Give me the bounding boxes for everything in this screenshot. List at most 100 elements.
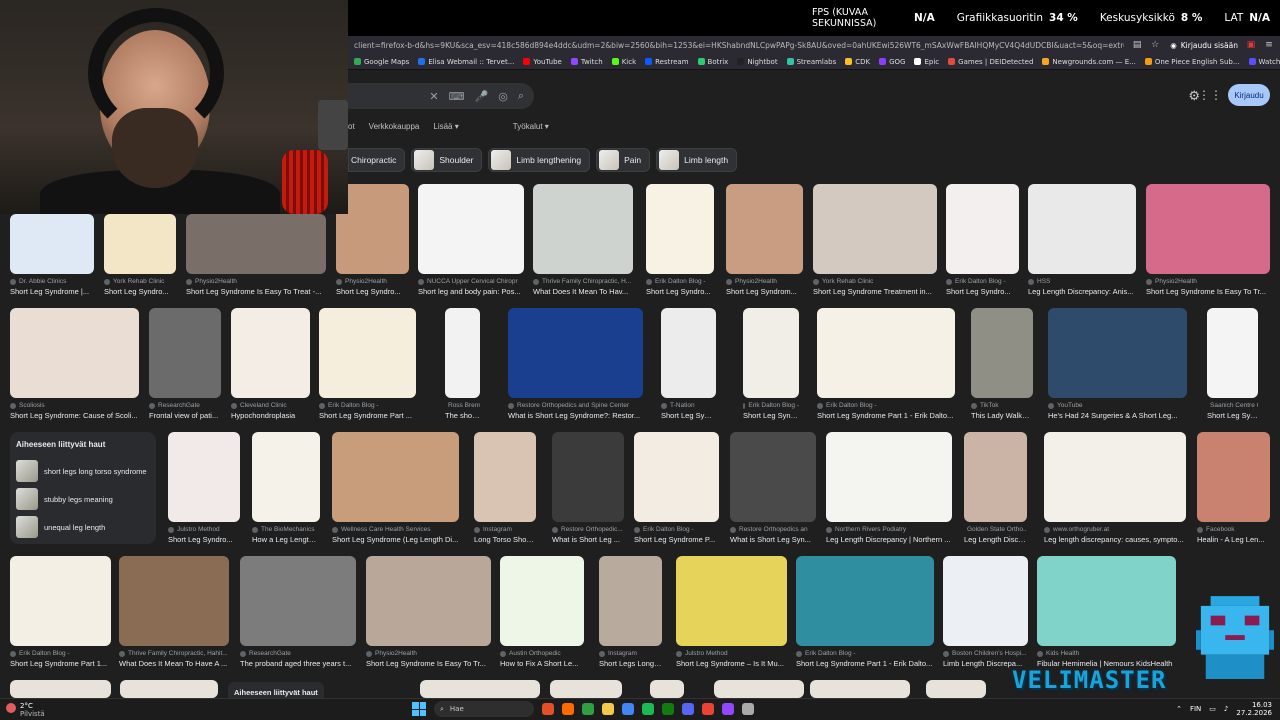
image-result[interactable]: TikTok This Lady Walked i...: [971, 308, 1033, 420]
search-box[interactable]: ✕ ⌨ 🎤 ◎ ⌕: [348, 83, 534, 109]
image-result[interactable]: Dr. Abbie Clinics Short Leg Syndrome |...: [10, 214, 94, 296]
image-result-partial[interactable]: [810, 680, 910, 698]
bookmark-item[interactable]: Kick: [611, 58, 636, 66]
result-thumbnail[interactable]: [726, 184, 803, 274]
image-result[interactable]: YouTube He's Had 24 Surgeries & A Short L…: [1048, 308, 1187, 420]
result-title[interactable]: Short leg and body pain: Pos...: [418, 287, 524, 296]
taskbar-app-icon[interactable]: [742, 703, 754, 715]
result-title[interactable]: This Lady Walked i...: [971, 411, 1033, 420]
result-thumbnail[interactable]: [1207, 308, 1258, 398]
result-thumbnail[interactable]: [332, 432, 459, 522]
bookmark-item[interactable]: Nightbot: [737, 58, 778, 66]
image-result-partial[interactable]: [420, 680, 540, 698]
clock[interactable]: 16.03 27.2.2026: [1236, 701, 1272, 717]
image-result[interactable]: Physio2Health Short Leg Syndrome Is Easy …: [186, 214, 326, 296]
bookmark-item[interactable]: One Piece English Sub...: [1144, 58, 1240, 66]
result-thumbnail[interactable]: [676, 556, 787, 646]
result-title[interactable]: What Does It Mean To Hav...: [533, 287, 633, 296]
bookmark-item[interactable]: Epic: [914, 58, 939, 66]
result-thumbnail[interactable]: [1197, 432, 1270, 522]
result-title[interactable]: What is Short Leg Syn...: [730, 535, 816, 544]
result-title[interactable]: Short Leg Syndro...: [104, 287, 176, 296]
result-thumbnail[interactable]: [646, 184, 714, 274]
result-thumbnail[interactable]: [104, 214, 176, 274]
bookmark-item[interactable]: YouTube: [523, 58, 562, 66]
image-result[interactable]: Restore Orthopedic... What is Short Leg .…: [552, 432, 624, 544]
result-title[interactable]: What Does It Mean To Have A ...: [119, 659, 229, 668]
result-thumbnail[interactable]: [420, 680, 540, 698]
bookmark-item[interactable]: Twitch: [570, 58, 603, 66]
bookmark-item[interactable]: CDK: [845, 58, 870, 66]
image-result[interactable]: Physio2Health Short Leg Syndrom...: [726, 184, 803, 296]
result-thumbnail[interactable]: [120, 680, 218, 698]
result-thumbnail[interactable]: [149, 308, 221, 398]
image-result[interactable]: Golden State Ortho... Leg Length Discre..…: [964, 432, 1027, 544]
menu-icon[interactable]: ≡: [1264, 40, 1274, 50]
tray-chevron-icon[interactable]: ⌃: [1176, 705, 1182, 713]
result-thumbnail[interactable]: [240, 556, 356, 646]
filter-chip[interactable]: Pain: [596, 148, 651, 172]
taskbar-search[interactable]: ⌕ Hae: [434, 701, 534, 717]
taskbar-app-icon[interactable]: [582, 703, 594, 715]
filter-chip[interactable]: Shoulder: [411, 148, 483, 172]
result-title[interactable]: What is Short Leg ...: [552, 535, 624, 544]
result-title[interactable]: Short Leg Syndrome Is Easy To Tr...: [1146, 287, 1270, 296]
clear-search-icon[interactable]: ✕: [429, 90, 438, 103]
result-thumbnail[interactable]: [10, 556, 111, 646]
result-thumbnail[interactable]: [964, 432, 1027, 522]
result-thumbnail[interactable]: [1044, 432, 1186, 522]
image-result[interactable]: Scoliosis Short Leg Syndrome: Cause of Sc…: [10, 308, 139, 420]
taskbar-app-icon[interactable]: [682, 703, 694, 715]
result-title[interactable]: Short Leg Syndrome: Cause of Scoli...: [10, 411, 139, 420]
result-title[interactable]: Short Leg Syndro...: [743, 411, 799, 420]
result-thumbnail[interactable]: [10, 680, 111, 698]
result-title[interactable]: Hypochondroplasia: [231, 411, 310, 420]
result-thumbnail[interactable]: [813, 184, 937, 274]
result-title[interactable]: What is Short Leg Syndrome?: Restor...: [508, 411, 643, 420]
result-thumbnail[interactable]: [319, 308, 416, 398]
result-thumbnail[interactable]: [119, 556, 229, 646]
result-title[interactable]: Short Leg Syndro...: [336, 287, 409, 296]
apps-grid-icon[interactable]: ⋮⋮: [1198, 88, 1222, 102]
result-thumbnail[interactable]: [971, 308, 1033, 398]
image-result[interactable]: Northern Rivers Podiatry Leg Length Discr…: [826, 432, 952, 544]
result-thumbnail[interactable]: [1037, 556, 1176, 646]
result-thumbnail[interactable]: [533, 184, 633, 274]
lens-icon[interactable]: ◎: [498, 90, 508, 103]
taskbar-app-icon[interactable]: [562, 703, 574, 715]
result-title[interactable]: Short Leg Syndro...: [946, 287, 1019, 296]
login-button[interactable]: ◉ Kirjaudu sisään: [1170, 41, 1238, 50]
image-result[interactable]: Julstro Method Short Leg Syndrome – Is It…: [676, 556, 787, 668]
result-thumbnail[interactable]: [168, 432, 240, 522]
result-title[interactable]: Leg Length Discrepancy: Anis...: [1028, 287, 1136, 296]
related-item[interactable]: stubby legs meaning: [16, 485, 150, 513]
bookmark-item[interactable]: Games | DEIDetected: [948, 58, 1033, 66]
result-thumbnail[interactable]: [826, 432, 952, 522]
image-result[interactable]: Cleveland Clinic Hypochondroplasia: [231, 308, 310, 420]
bookmark-item[interactable]: Restream: [645, 58, 689, 66]
language-indicator[interactable]: FIN: [1190, 705, 1201, 713]
extension-icon[interactable]: ▣: [1246, 40, 1256, 50]
result-title[interactable]: Short Leg Syndrome P...: [634, 535, 719, 544]
image-result-partial[interactable]: [10, 680, 111, 698]
image-result[interactable]: Thrive Family Chiropractic, Hahit... What…: [119, 556, 229, 668]
result-thumbnail[interactable]: [714, 680, 804, 698]
image-result[interactable]: York Rehab Clinic Short Leg Syndrome Trea…: [813, 184, 937, 296]
image-result[interactable]: Erik Dalton Blog - Short Leg Syndrome P..…: [634, 432, 719, 544]
result-title[interactable]: Short Leg Syndrome Is Easy To Tr...: [366, 659, 491, 668]
result-title[interactable]: The proband aged three years t...: [240, 659, 356, 668]
result-thumbnail[interactable]: [445, 308, 480, 398]
taskbar-app-icon[interactable]: [702, 703, 714, 715]
image-result[interactable]: Instagram Long Torso Short L...: [474, 432, 536, 544]
result-title[interactable]: Short Leg Syndrome Part 1 - Erik Dalto..…: [817, 411, 955, 420]
image-result[interactable]: NUCCA Upper Cervical Chiropr Short leg an…: [418, 184, 524, 296]
related-item[interactable]: unequal leg length: [16, 513, 150, 541]
image-result[interactable]: Physio2Health Short Leg Syndrome Is Easy …: [1146, 184, 1270, 296]
address-bar[interactable]: client=firefox-b-d&hs=9KU&sca_esv=418c58…: [348, 36, 1280, 54]
tab-tools[interactable]: Työkalut ▾: [513, 122, 549, 131]
taskbar-app-icon[interactable]: [542, 703, 554, 715]
result-title[interactable]: Leg length discrepancy: causes, sympto..…: [1044, 535, 1186, 544]
bookmark-item[interactable]: Newgrounds.com — E...: [1042, 58, 1136, 66]
image-result[interactable]: Instagram Short Legs Long T...: [599, 556, 662, 668]
network-icon[interactable]: ▭: [1209, 705, 1216, 713]
